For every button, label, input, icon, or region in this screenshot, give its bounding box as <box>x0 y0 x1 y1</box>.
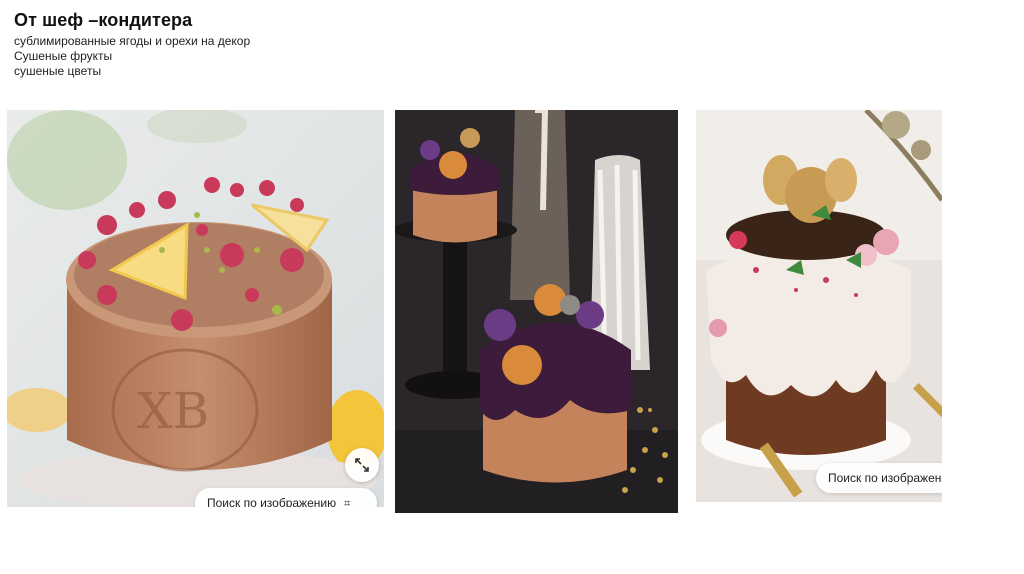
slide-title: От шеф –кондитера <box>14 10 193 30</box>
expand-arrows-icon <box>355 458 369 472</box>
image-search-button[interactable]: Поиск по изображению <box>816 463 942 493</box>
bullet-item: сублимированные ягоды и орехи на декор <box>14 34 251 48</box>
cake-image <box>395 110 678 513</box>
cake-image: ХВ <box>7 110 384 507</box>
image-search-button[interactable]: Поиск по изображению ⌗ <box>195 488 377 507</box>
cake-image <box>696 110 942 502</box>
svg-text:ХВ: ХВ <box>137 382 209 440</box>
bullet-list: сублимированные ягоды и орехи на декор С… <box>14 34 250 79</box>
expand-image-button[interactable] <box>345 448 379 482</box>
bullet-item: Сушеные фрукты <box>14 49 113 63</box>
image-search-label: Поиск по изображению <box>207 496 337 507</box>
kulich-photo-chocolate[interactable]: ХВ Поиск по изображению ⌗ <box>7 110 384 507</box>
kulich-photo-white[interactable]: Поиск по изображению <box>696 110 942 502</box>
image-search-label: Поиск по изображению <box>828 471 942 485</box>
image-search-icon: ⌗ <box>344 498 351 507</box>
bullet-item: сушеные цветы <box>14 64 102 78</box>
kulich-photo-dark[interactable] <box>395 110 678 513</box>
